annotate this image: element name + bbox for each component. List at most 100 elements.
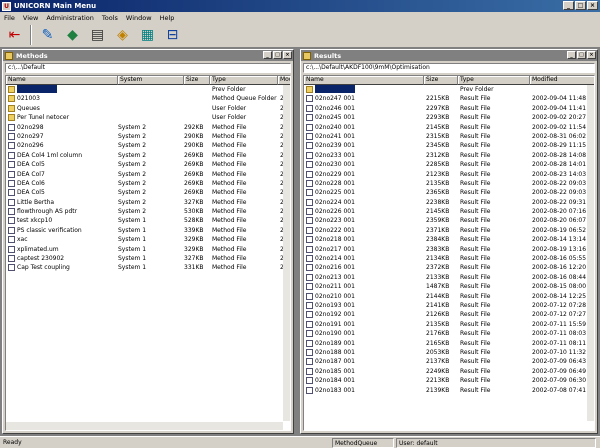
- methods-list[interactable]: Name System Size Type Mod Prev Folder 021…: [5, 75, 291, 431]
- methods-row[interactable]: captest 230902System 1327KBMethod File20…: [6, 254, 290, 263]
- results-row[interactable]: 02no245 001 2293KB Result File 2002-09-02 2…: [304, 113, 594, 122]
- methods-row[interactable]: xacSystem 1329KBMethod File200: [6, 235, 290, 244]
- system-control-icon[interactable]: ▤: [86, 24, 109, 46]
- results-row[interactable]: 02no193 001 2141KB Result File 2002-07-12 0…: [304, 301, 594, 310]
- col-header-system[interactable]: System: [118, 76, 184, 85]
- results-row[interactable]: 02no192 001 2126KB Result File 2002-07-12 0…: [304, 310, 594, 319]
- results-row[interactable]: 02no216 001 2372KB Result File 2002-08-16 1…: [304, 263, 594, 272]
- scouting-icon[interactable]: ⊟: [161, 24, 184, 46]
- menu-tools[interactable]: Tools: [102, 14, 118, 22]
- evaluation-icon[interactable]: ◈: [111, 24, 134, 46]
- methods-row[interactable]: DEA Col6System 2269KBMethod File200: [6, 179, 290, 188]
- results-title-bar[interactable]: Results _ □ ×: [301, 50, 597, 61]
- results-row[interactable]: 02no183 001 2139KB Result File 2002-07-08 0…: [304, 386, 594, 395]
- col-header-size[interactable]: Size: [424, 76, 458, 85]
- results-row[interactable]: 02no239 001 2345KB Result File 2002-08-29 1…: [304, 141, 594, 150]
- menu-window[interactable]: Window: [126, 14, 152, 22]
- col-header-type[interactable]: Type: [458, 76, 530, 85]
- exit-icon[interactable]: ⇤: [3, 24, 26, 46]
- methods-row[interactable]: DEA Col5System 2269KBMethod File200: [6, 160, 290, 169]
- methods-path-field[interactable]: c:\...\Default: [5, 63, 291, 73]
- methods-row[interactable]: test xkcp10System 1528KBMethod File200: [6, 216, 290, 225]
- methods-row[interactable]: 02no298System 2292KBMethod File200: [6, 123, 290, 132]
- methods-minimize-button[interactable]: _: [263, 51, 272, 59]
- method-editor-icon[interactable]: ✎: [36, 24, 59, 46]
- results-vertical-scrollbar[interactable]: [587, 85, 594, 421]
- results-row[interactable]: 02no213 001 2133KB Result File 2002-08-16 0…: [304, 273, 594, 282]
- method-wizard-icon[interactable]: ◆: [61, 24, 84, 46]
- results-row[interactable]: 02no187 001 2137KB Result File 2002-07-09 0…: [304, 357, 594, 366]
- methods-row[interactable]: Cap Test coupling System 1 331KB Method Fil…: [6, 263, 290, 272]
- col-header-size[interactable]: Size: [184, 76, 210, 85]
- results-row[interactable]: Prev Folder: [304, 85, 594, 94]
- results-row[interactable]: 02no211 001 1487KB Result File 2002-08-15 0…: [304, 282, 594, 291]
- results-row[interactable]: 02no228 001 2135KB Result File 2002-08-22 0…: [304, 179, 594, 188]
- results-row[interactable]: 02no222 001 2371KB Result File 2002-08-19 0…: [304, 226, 594, 235]
- results-row[interactable]: 02no184 001 2213KB Result File 2002-07-09 0…: [304, 376, 594, 385]
- results-row[interactable]: 02no230 001 2285KB Result File 2002-08-28 1…: [304, 160, 594, 169]
- methods-horizontal-scrollbar[interactable]: [6, 422, 283, 430]
- methods-row[interactable]: flowthrough AS pdtr System 2 530KB Method F…: [6, 207, 290, 216]
- results-row[interactable]: 02no217 001 2383KB Result File 2002-08-19 1…: [304, 245, 594, 254]
- results-path-field[interactable]: c:\...\Default\AKDF100\9mM\Optimisation: [303, 63, 595, 73]
- methods-row[interactable]: 021003Method Queue Folder200: [6, 94, 290, 103]
- col-header-type[interactable]: Type: [210, 76, 278, 85]
- methods-cell-name: DEA Col6: [17, 179, 45, 187]
- results-row[interactable]: 02no229 001 2123KB Result File 2002-08-23 1…: [304, 170, 594, 179]
- menu-view[interactable]: View: [23, 14, 38, 22]
- results-row[interactable]: 02no214 001 2134KB Result File 2002-08-16 0…: [304, 254, 594, 263]
- methods-row[interactable]: DEA Col5System 2269KBMethod File200: [6, 188, 290, 197]
- results-list[interactable]: Name Size Type Modified Prev Folder 02no2…: [303, 75, 595, 431]
- methods-row[interactable]: 02no296System 2290KBMethod File200: [6, 141, 290, 150]
- methods-row[interactable]: QueuesUser Folder200: [6, 104, 290, 113]
- results-row[interactable]: 02no241 001 2315KB Result File 2002-08-31 0…: [304, 132, 594, 141]
- methods-title-bar[interactable]: Methods _ □ ×: [3, 50, 293, 61]
- results-row[interactable]: 02no233 001 2312KB Result File 2002-08-28 1…: [304, 151, 594, 160]
- results-row[interactable]: 02no247 001 2215KB Result File 2002-09-04 1…: [304, 94, 594, 103]
- maximize-button[interactable]: □: [575, 1, 586, 10]
- results-minimize-button[interactable]: _: [567, 51, 576, 59]
- methods-vertical-scrollbar[interactable]: [283, 85, 290, 421]
- methods-maximize-button[interactable]: □: [273, 51, 282, 59]
- methods-row[interactable]: DEA Col4 1ml column System 2 269KB Method F…: [6, 151, 290, 160]
- col-header-name[interactable]: Name: [6, 76, 118, 85]
- results-row[interactable]: 02no226 001 2145KB Result File 2002-08-20 0…: [304, 207, 594, 216]
- menu-file[interactable]: File: [4, 14, 15, 22]
- results-cell-modified: 2002-07-10 11:32: [532, 348, 587, 356]
- methods-row[interactable]: Little BerthaSystem 2327KBMethod File200: [6, 198, 290, 207]
- results-row[interactable]: 02no223 001 2359KB Result File 2002-08-20 0…: [304, 216, 594, 225]
- results-row[interactable]: 02no218 001 2384KB Result File 2002-08-14 1…: [304, 235, 594, 244]
- results-cell-modified: 2002-08-22 09:31: [532, 198, 587, 206]
- unicorn-app-icon[interactable]: U: [2, 1, 11, 11]
- close-button[interactable]: ×: [587, 1, 598, 10]
- results-cell-type: Result File: [460, 386, 491, 394]
- results-row[interactable]: 02no246 001 2297KB Result File 2002-09-04 1…: [304, 104, 594, 113]
- methods-close-button[interactable]: ×: [283, 51, 292, 59]
- results-row[interactable]: 02no185 001 2249KB Result File 2002-07-09 0…: [304, 367, 594, 376]
- methods-row[interactable]: PS classic verification System 1 339KB Meth…: [6, 226, 290, 235]
- results-row[interactable]: 02no240 001 2145KB Result File 2002-09-02 1…: [304, 123, 594, 132]
- menu-help[interactable]: Help: [160, 14, 175, 22]
- col-header-mod[interactable]: Mod: [278, 76, 290, 85]
- col-header-name[interactable]: Name: [304, 76, 424, 85]
- results-row[interactable]: 02no225 001 2365KB Result File 2002-08-22 0…: [304, 188, 594, 197]
- results-row[interactable]: 02no188 001 2053KB Result File 2002-07-10 1…: [304, 348, 594, 357]
- network-icon[interactable]: ▦: [136, 24, 159, 46]
- methods-row[interactable]: xplimated.umSystem 1329KBMethod File200: [6, 245, 290, 254]
- menu-administration[interactable]: Administration: [46, 14, 94, 22]
- minimize-button[interactable]: _: [563, 1, 574, 10]
- results-maximize-button[interactable]: □: [577, 51, 586, 59]
- methods-row[interactable]: Prev Folder: [6, 85, 290, 94]
- methods-cell-size: 339KB: [184, 226, 204, 234]
- methods-row[interactable]: Per Tunel netocerUser Folder200: [6, 113, 290, 122]
- results-close-button[interactable]: ×: [587, 51, 596, 59]
- results-row[interactable]: 02no224 001 2238KB Result File 2002-08-22 0…: [304, 198, 594, 207]
- methods-row[interactable]: 02no297System 2290KBMethod File200: [6, 132, 290, 141]
- file-icon: [306, 301, 313, 309]
- results-row[interactable]: 02no189 001 2165KB Result File 2002-07-11 0…: [304, 339, 594, 348]
- results-row[interactable]: 02no190 001 2176KB Result File 2002-07-11 0…: [304, 329, 594, 338]
- col-header-modified[interactable]: Modified: [530, 76, 594, 85]
- results-row[interactable]: 02no210 001 2144KB Result File 2002-08-14 1…: [304, 292, 594, 301]
- results-row[interactable]: 02no191 001 2135KB Result File 2002-07-11 1…: [304, 320, 594, 329]
- methods-row[interactable]: DEA Col7System 2269KBMethod File200: [6, 170, 290, 179]
